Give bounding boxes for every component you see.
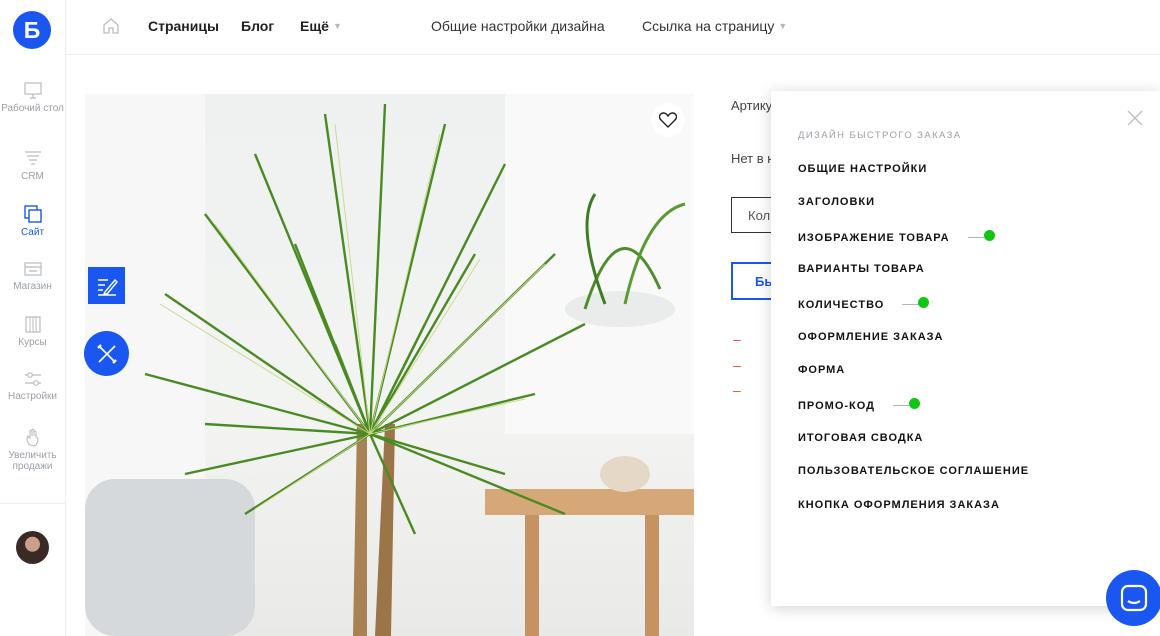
nav-page-link-label: Ссылка на страницу	[642, 18, 775, 34]
panel-title: Дизайн быстрого заказа	[798, 130, 962, 141]
feature-dash: –	[733, 382, 741, 398]
edit-icon	[97, 278, 118, 296]
store-icon	[23, 262, 42, 276]
sidebar-item-label: CRM	[21, 171, 44, 182]
monitor-icon	[23, 82, 42, 99]
sidebar-divider	[0, 503, 65, 504]
nav-design-settings[interactable]: Общие настройки дизайна	[431, 18, 605, 34]
panel-item-label: Общие настройки	[798, 163, 928, 175]
avatar[interactable]	[16, 531, 49, 564]
top-bar: Страницы Блог Ещё ▼ Общие настройки дизай…	[66, 0, 1160, 55]
quantity-placeholder: Кол	[748, 208, 771, 223]
quick-order-design-panel: Дизайн быстрого заказа Общие настройки З…	[771, 91, 1160, 606]
toggle-on-indicator[interactable]	[918, 297, 930, 308]
sidebar-item-store[interactable]: Магазин	[0, 260, 65, 292]
toggle-on-indicator[interactable]	[909, 398, 920, 409]
toggle-on-indicator[interactable]	[983, 230, 995, 241]
panel-item-product-variants[interactable]: Варианты товара	[798, 263, 925, 275]
sidebar-item-label: Настройки	[7, 391, 58, 402]
stock-status: Нет в н	[731, 151, 775, 166]
design-tools-button[interactable]	[84, 331, 129, 376]
tools-icon	[96, 343, 117, 364]
sidebar-item-sales[interactable]: Увеличить продажи	[0, 427, 65, 472]
panel-item-label: Количество	[798, 299, 885, 311]
panel-item-agreement[interactable]: Пользовательское соглашение	[798, 465, 1029, 477]
panel-item-label: Варианты товара	[798, 263, 925, 275]
logo[interactable]: Б	[13, 11, 51, 49]
panel-item-headings[interactable]: Заголовки	[798, 196, 875, 208]
nav-page-link[interactable]: Ссылка на страницу ▼	[642, 18, 787, 34]
panel-item-summary[interactable]: Итоговая сводка	[798, 432, 923, 444]
article-label: Артику	[731, 98, 773, 113]
edit-block-button[interactable]	[88, 267, 125, 304]
chat-button[interactable]	[1106, 570, 1160, 626]
sidebar-item-crm[interactable]: CRM	[0, 150, 65, 182]
nav-pages[interactable]: Страницы	[148, 18, 219, 34]
sidebar-item-label: Курсы	[18, 337, 47, 348]
site-icon	[23, 205, 42, 223]
chat-icon	[1120, 584, 1148, 612]
sidebar-item-desktop[interactable]: Рабочий стол	[0, 82, 65, 114]
favorite-button[interactable]	[651, 103, 685, 137]
sidebar-item-settings[interactable]: Настройки	[0, 370, 65, 402]
sidebar-item-site[interactable]: Сайт	[0, 204, 65, 238]
panel-item-label: Оформление заказа	[798, 331, 944, 343]
sliders-icon	[24, 372, 41, 386]
nav-more-label: Ещё	[300, 18, 329, 34]
nav-more[interactable]: Ещё ▼	[300, 18, 342, 34]
panel-item-checkout[interactable]: Оформление заказа	[798, 331, 943, 343]
panel-item-label: Заголовки	[798, 196, 876, 208]
sidebar-item-courses[interactable]: Курсы	[0, 316, 65, 348]
panel-item-quantity[interactable]: Количество	[798, 297, 930, 311]
feature-dash: –	[733, 357, 741, 373]
product-image	[85, 94, 694, 636]
sidebar-item-label: Рабочий стол	[1, 103, 64, 114]
sidebar-item-label: Увеличить продажи	[8, 450, 57, 472]
panel-item-form[interactable]: Форма	[798, 364, 845, 376]
panel-item-label: Пользовательское соглашение	[798, 465, 1030, 477]
chevron-down-icon: ▼	[778, 21, 788, 31]
panel-item-label: Изображение товара	[798, 232, 950, 244]
panel-item-product-image[interactable]: Изображение товара	[798, 230, 995, 244]
sidebar-item-label: Магазин	[13, 281, 52, 292]
chevron-down-icon: ▼	[332, 21, 342, 31]
panel-item-label: Промо-код	[798, 400, 875, 412]
panel-item-label: Итоговая сводка	[798, 432, 924, 444]
funnel-icon	[24, 151, 41, 165]
plant-illustration	[85, 94, 694, 636]
left-sidebar: Б Рабочий стол CRM Сайт Магазин Курсы На…	[0, 0, 66, 636]
books-icon	[24, 316, 41, 333]
hand-icon	[25, 428, 39, 447]
panel-item-general[interactable]: Общие настройки	[798, 163, 927, 175]
panel-item-checkout-button[interactable]: Кнопка оформления заказа	[798, 499, 1000, 511]
sidebar-item-label: Сайт	[20, 227, 45, 238]
nav-blog[interactable]: Блог	[241, 18, 274, 34]
toggle-track	[967, 237, 986, 238]
panel-item-promo[interactable]: Промо-код	[798, 398, 920, 412]
panel-item-label: Кнопка оформления заказа	[798, 499, 1000, 511]
close-icon[interactable]	[1127, 110, 1143, 126]
logo-letter: Б	[23, 16, 41, 43]
heart-icon	[659, 112, 677, 128]
home-icon[interactable]	[102, 17, 120, 35]
panel-item-label: Форма	[798, 364, 846, 376]
feature-dash: –	[733, 331, 741, 347]
